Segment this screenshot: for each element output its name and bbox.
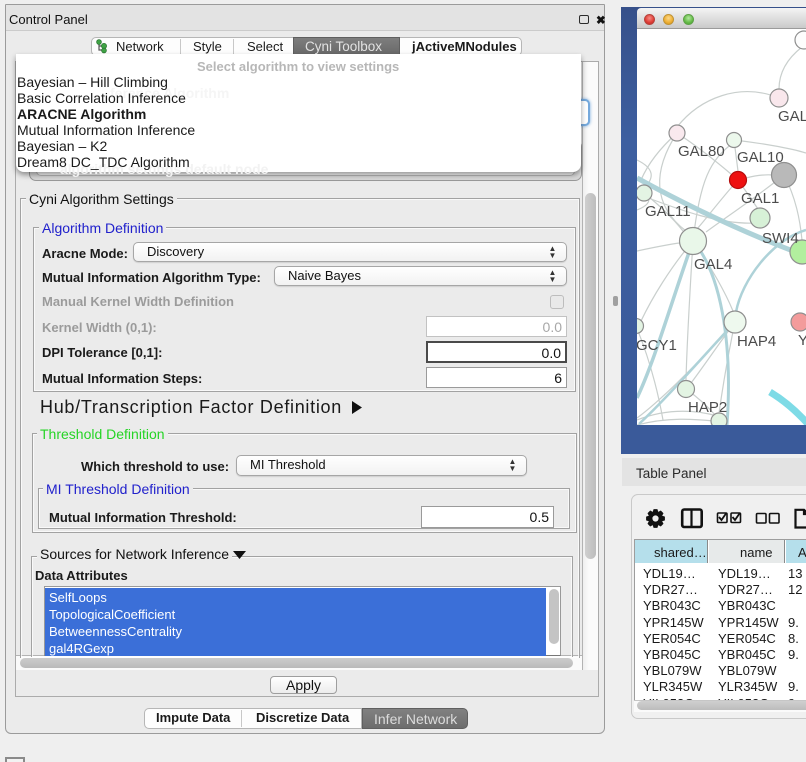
svg-text:GAL10: GAL10 — [737, 149, 784, 166]
svg-text:HAP2: HAP2 — [688, 399, 727, 416]
svg-text:HAP4: HAP4 — [737, 333, 776, 350]
svg-text:GAL11: GAL11 — [645, 203, 691, 220]
svg-text:GAL1: GAL1 — [741, 190, 779, 207]
svg-text:GCY1: GCY1 — [637, 337, 677, 354]
svg-text:SWI4: SWI4 — [762, 230, 799, 247]
svg-text:GAL2: GAL2 — [778, 108, 806, 125]
svg-text:GAL4: GAL4 — [694, 256, 732, 273]
svg-text:GAL80: GAL80 — [678, 143, 725, 160]
svg-text:YJ: YJ — [798, 332, 806, 349]
